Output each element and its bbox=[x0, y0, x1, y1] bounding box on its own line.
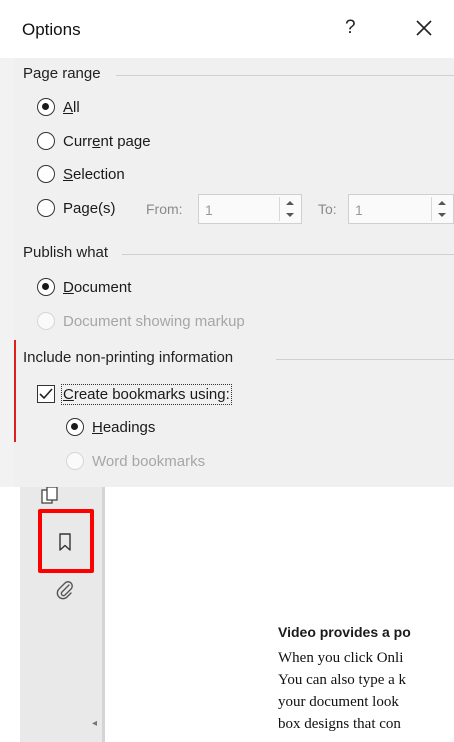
to-value: 1 bbox=[355, 202, 363, 218]
from-spin-arrows[interactable] bbox=[279, 197, 299, 221]
spin-up-icon bbox=[286, 201, 294, 205]
radio-word-bookmarks: Word bookmarks bbox=[66, 452, 205, 470]
page-thumbnails-icon[interactable] bbox=[40, 485, 60, 505]
page-range-group-label: Page range bbox=[23, 65, 101, 82]
dialog-title: Options bbox=[22, 20, 81, 39]
radio-document[interactable]: Document bbox=[37, 278, 131, 296]
radio-all[interactable]: All bbox=[37, 98, 80, 116]
collapse-panel-arrow[interactable]: ◂ bbox=[92, 718, 97, 729]
dialog-title-bar: Options ? bbox=[0, 0, 454, 58]
document-line: your document look bbox=[278, 694, 399, 710]
radio-pages[interactable]: Page(s) bbox=[37, 199, 116, 217]
close-button[interactable] bbox=[412, 16, 436, 40]
checkbox-box[interactable] bbox=[37, 385, 55, 403]
spin-up-icon bbox=[438, 201, 446, 205]
from-label: From: bbox=[146, 201, 183, 217]
spin-down-icon bbox=[286, 213, 294, 217]
from-value: 1 bbox=[205, 202, 213, 218]
create-bookmarks-checkbox[interactable]: Create bookmarks using: bbox=[37, 383, 232, 405]
group-divider bbox=[276, 359, 454, 360]
non-printing-group-label: Include non-printing information bbox=[23, 349, 234, 366]
document-heading: Video provides a po bbox=[278, 624, 411, 640]
publish-what-group-label: Publish what bbox=[23, 244, 109, 261]
group-divider bbox=[116, 75, 454, 76]
bookmark-highlight-box bbox=[38, 509, 94, 573]
to-spinner[interactable]: 1 bbox=[348, 194, 454, 224]
attachment-icon[interactable] bbox=[56, 580, 76, 600]
radio-current-page[interactable]: Current page bbox=[37, 132, 151, 150]
left-accent-bar bbox=[14, 340, 16, 442]
help-button[interactable]: ? bbox=[345, 17, 356, 39]
document-line: box designs that con bbox=[278, 716, 401, 732]
to-label: To: bbox=[318, 201, 337, 217]
document-line: You can also type a k bbox=[278, 672, 407, 688]
spin-down-icon bbox=[438, 213, 446, 217]
radio-headings[interactable]: Headings bbox=[66, 418, 155, 436]
to-spin-arrows[interactable] bbox=[431, 197, 451, 221]
options-dialog: Options ? Page range All Current page Se… bbox=[0, 0, 454, 487]
radio-selection[interactable]: Selection bbox=[37, 165, 125, 183]
document-line: When you click Onli bbox=[278, 650, 404, 666]
close-icon bbox=[416, 20, 432, 36]
group-divider bbox=[122, 254, 454, 255]
checkmark-icon bbox=[39, 388, 53, 400]
radio-document-showing-markup: Document showing markup bbox=[37, 312, 245, 330]
from-spinner[interactable]: 1 bbox=[198, 194, 302, 224]
